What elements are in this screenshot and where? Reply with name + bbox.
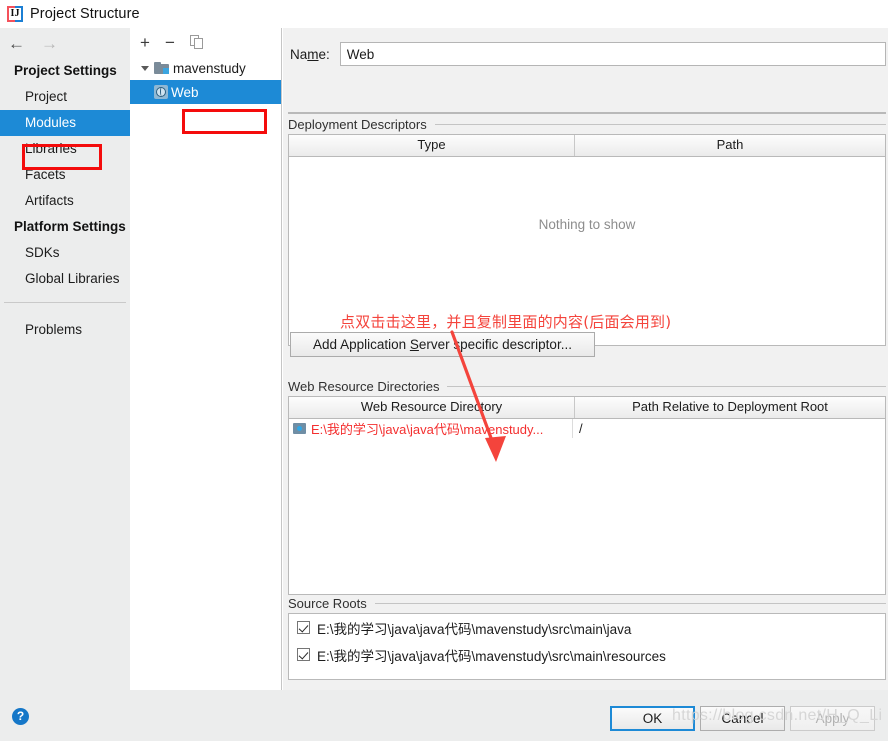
section-label: Deployment Descriptors xyxy=(288,116,427,132)
deployment-descriptors-empty-message: Nothing to show xyxy=(538,217,636,232)
tree-node-web[interactable]: Web xyxy=(130,80,281,104)
arrow-left-icon[interactable]: ← xyxy=(8,35,25,52)
module-name-label: Name: xyxy=(290,46,330,62)
sidebar-nav-arrows: ← → xyxy=(0,28,130,58)
web-resource-directory-value: E:\我的学习\java\java代码\mavenstudy... xyxy=(311,422,544,437)
module-tree-panel: + − mavenstudy Web xyxy=(130,28,282,690)
deployment-descriptors-section-header: Deployment Descriptors xyxy=(288,116,886,132)
relative-path-cell[interactable]: / xyxy=(572,419,885,438)
web-resource-directory-cell[interactable]: E:\我的学习\java\java代码\mavenstudy... xyxy=(289,419,572,438)
section-label: Source Roots xyxy=(288,595,367,611)
sidebar-divider xyxy=(4,302,126,303)
web-facet-icon xyxy=(154,85,168,99)
section-rule xyxy=(447,385,886,387)
source-root-path: E:\我的学习\java\java代码\mavenstudy\src\main\… xyxy=(317,621,632,637)
window-title-bar: IJ Project Structure xyxy=(0,0,888,28)
table-row[interactable]: E:\我的学习\java\java代码\mavenstudy... / xyxy=(289,419,885,438)
module-name-row: Name: xyxy=(290,42,886,66)
column-header-path[interactable]: Path xyxy=(574,135,885,156)
source-roots-section-header: Source Roots xyxy=(288,595,886,611)
intellij-idea-icon: IJ xyxy=(7,6,23,22)
tree-node-label: Web xyxy=(171,84,199,100)
sidebar-item-project[interactable]: Project xyxy=(0,84,130,110)
sidebar-item-modules[interactable]: Modules xyxy=(0,110,130,136)
column-header-path-relative[interactable]: Path Relative to Deployment Root xyxy=(574,397,885,418)
tree-node-label: mavenstudy xyxy=(173,60,246,76)
chevron-down-icon[interactable] xyxy=(136,65,154,71)
tree-node-mavenstudy[interactable]: mavenstudy xyxy=(130,56,281,80)
module-tree-toolbar: + − xyxy=(130,28,281,56)
copy-icon[interactable] xyxy=(189,35,203,49)
sidebar-item-libraries[interactable]: Libraries xyxy=(0,136,130,162)
help-button[interactable]: ? xyxy=(12,708,29,725)
sidebar-item-problems[interactable]: Problems xyxy=(0,317,130,343)
sidebar-item-artifacts[interactable]: Artifacts xyxy=(0,188,130,214)
list-item[interactable]: E:\我的学习\java\java代码\mavenstudy\src\main\… xyxy=(289,641,885,668)
directory-icon xyxy=(293,423,306,434)
table-header-row: Type Path xyxy=(289,135,885,157)
module-settings-pane: Name: Deployment Descriptors Type Path N… xyxy=(283,28,888,690)
sidebar-group-project-settings: Project Settings xyxy=(14,63,117,78)
module-name-input[interactable] xyxy=(339,42,886,66)
source-root-checkbox[interactable] xyxy=(297,648,310,661)
web-resource-directories-table[interactable]: Web Resource Directory Path Relative to … xyxy=(288,396,886,595)
watermark-text: https://blog.csdn.net/H_Q_Li xyxy=(672,707,883,724)
column-header-type[interactable]: Type xyxy=(289,135,574,156)
remove-module-button[interactable]: − xyxy=(165,34,175,51)
source-root-checkbox[interactable] xyxy=(297,621,310,634)
folder-module-icon xyxy=(154,62,169,74)
sidebar-item-facets[interactable]: Facets xyxy=(0,162,130,188)
list-item[interactable]: E:\我的学习\java\java代码\mavenstudy\src\main\… xyxy=(289,614,885,641)
annotation-note: 点双击击这里，并且复制里面的内容(后面会用到) xyxy=(340,313,672,331)
section-rule xyxy=(434,123,886,125)
arrow-right-icon[interactable]: → xyxy=(41,35,58,52)
section-rule xyxy=(374,602,886,604)
source-root-path: E:\我的学习\java\java代码\mavenstudy\src\main\… xyxy=(317,648,666,664)
add-application-server-descriptor-button[interactable]: Add Application Server specific descript… xyxy=(290,332,595,357)
settings-sidebar: ← → Project Settings Project Modules Lib… xyxy=(0,28,130,690)
table-header-row: Web Resource Directory Path Relative to … xyxy=(289,397,885,419)
web-resource-directories-section-header: Web Resource Directories xyxy=(288,378,886,394)
app-icon-glyph: IJ xyxy=(9,8,21,20)
source-roots-list[interactable]: E:\我的学习\java\java代码\mavenstudy\src\main\… xyxy=(288,613,886,680)
project-structure-dialog: ← → Project Settings Project Modules Lib… xyxy=(0,28,888,741)
column-header-web-resource-directory[interactable]: Web Resource Directory xyxy=(289,397,574,418)
section-label: Web Resource Directories xyxy=(288,378,440,394)
sidebar-item-sdks[interactable]: SDKs xyxy=(0,240,130,266)
sidebar-group-platform-settings: Platform Settings xyxy=(14,219,126,234)
window-title: Project Structure xyxy=(30,6,140,22)
sidebar-item-global-libraries[interactable]: Global Libraries xyxy=(0,266,130,292)
add-module-button[interactable]: + xyxy=(140,34,150,51)
